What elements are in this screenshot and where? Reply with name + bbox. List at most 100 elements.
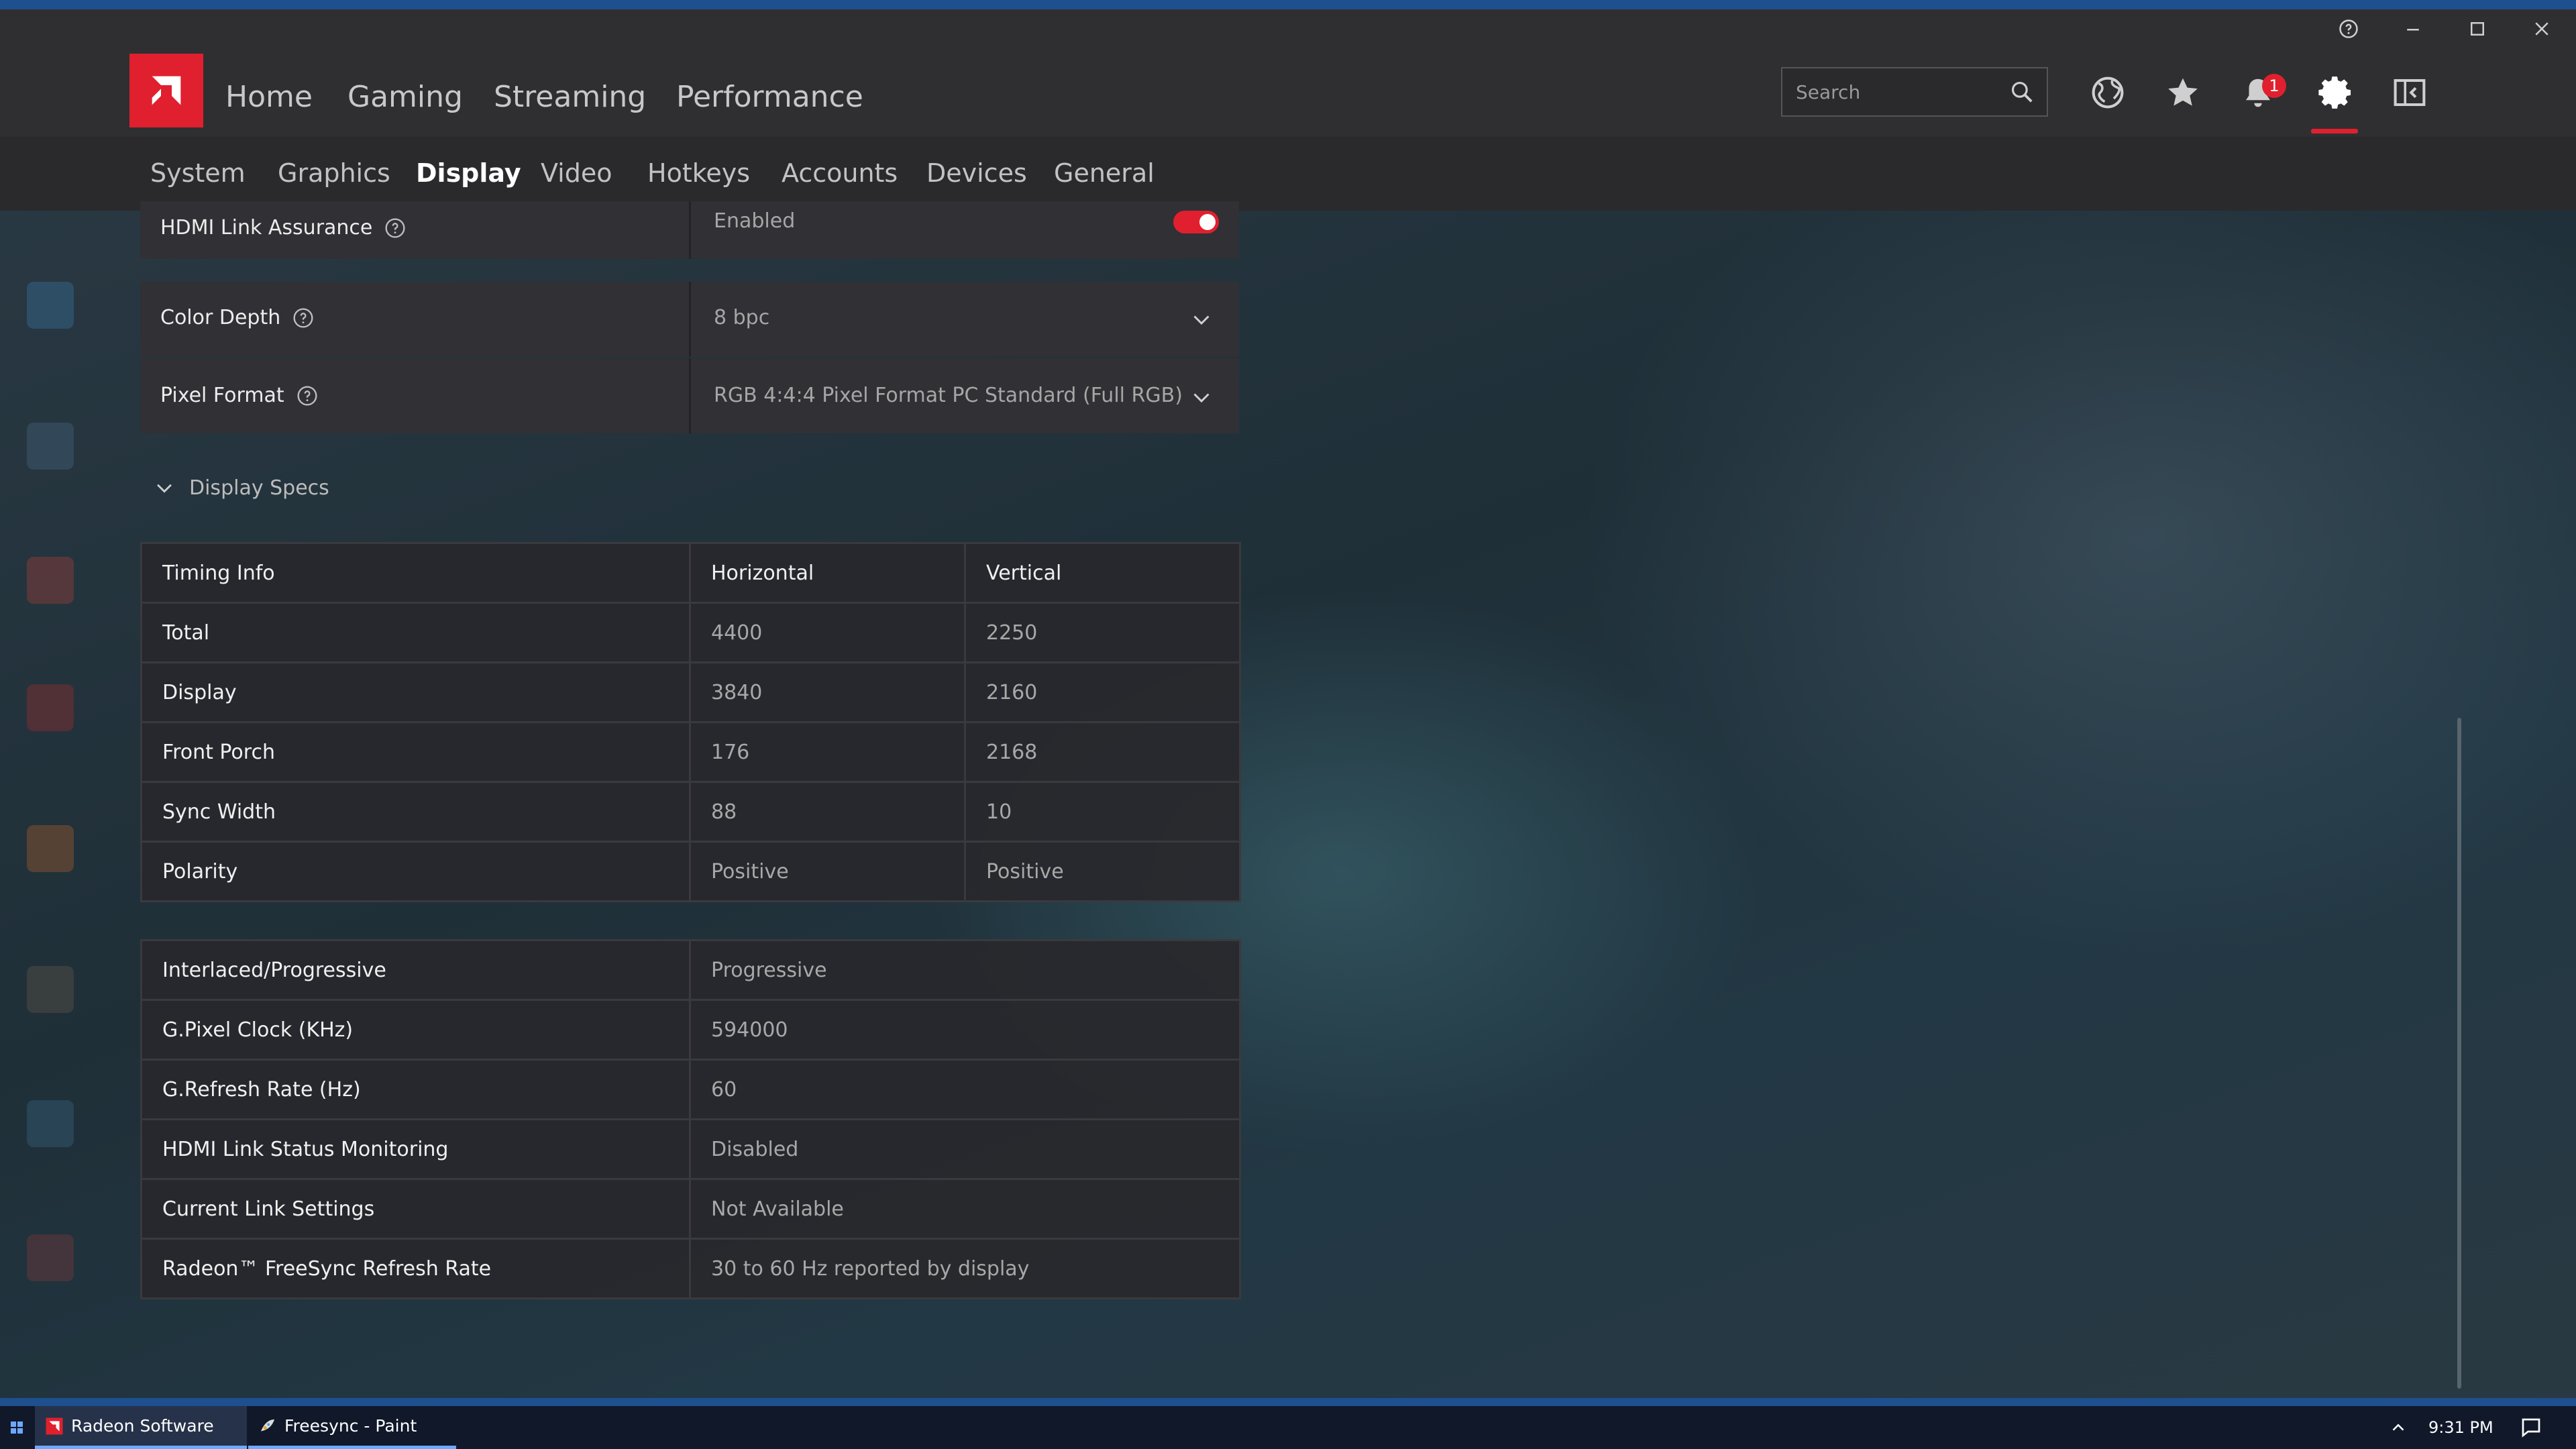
table-row: Front Porch 176 2168: [140, 721, 1241, 783]
taskbar-label: Radeon Software: [71, 1416, 214, 1436]
row-value: 594000: [689, 999, 1241, 1061]
tab-system[interactable]: System: [150, 158, 246, 188]
pixel-format-select[interactable]: RGB 4:4:4 Pixel Format PC Standard (Full…: [714, 384, 1183, 407]
tray-overflow-icon[interactable]: [2388, 1406, 2408, 1449]
search-input[interactable]: [1796, 68, 1997, 115]
chevron-down-icon[interactable]: [1189, 307, 1214, 331]
setting-label: Pixel Format: [160, 384, 318, 407]
table-row: Total 4400 2250: [140, 602, 1241, 663]
tab-accounts[interactable]: Accounts: [782, 158, 898, 188]
vertical-value: 2168: [964, 721, 1241, 783]
color-depth-row[interactable]: Color Depth 8 bpc: [140, 282, 1239, 357]
hdmi-link-assurance-value: Enabled: [714, 209, 796, 233]
row-divider: [689, 201, 691, 259]
table-row: HDMI Link Status Monitoring Disabled: [140, 1118, 1241, 1180]
star-icon[interactable]: [2164, 74, 2202, 111]
table-header: Timing Info: [140, 542, 691, 604]
setting-label: HDMI Link Assurance: [160, 216, 406, 239]
row-label: Sync Width: [140, 781, 691, 843]
close-icon[interactable]: [2512, 9, 2572, 48]
taskbar-item-paint[interactable]: Freesync - Paint: [248, 1406, 456, 1449]
tab-gaming[interactable]: Gaming: [347, 80, 463, 114]
search-box: [1781, 67, 2048, 117]
row-value: Progressive: [689, 939, 1241, 1001]
notification-badge: 1: [2262, 74, 2286, 98]
tab-display[interactable]: Display: [416, 158, 521, 188]
table-row: Interlaced/Progressive Progressive: [140, 939, 1241, 1001]
radeon-icon: [46, 1417, 63, 1434]
sidebar-toggle-icon[interactable]: [2391, 74, 2428, 111]
clock[interactable]: 9:31 PM: [2428, 1406, 2493, 1449]
table-row: Sync Width 88 10: [140, 781, 1241, 843]
row-label: G.Pixel Clock (KHz): [140, 999, 691, 1061]
row-value: 60: [689, 1059, 1241, 1120]
active-indicator: [2311, 129, 2358, 133]
pixel-format-label: Pixel Format: [160, 384, 284, 407]
row-label: Interlaced/Progressive: [140, 939, 691, 1001]
hdmi-link-assurance-toggle[interactable]: [1173, 211, 1219, 233]
display-specs-toggle[interactable]: Display Specs: [153, 471, 329, 504]
action-center-icon[interactable]: [2519, 1406, 2543, 1449]
table-row: G.Refresh Rate (Hz) 60: [140, 1059, 1241, 1120]
row-value: Not Available: [689, 1178, 1241, 1240]
taskbar-label: Freesync - Paint: [284, 1416, 417, 1436]
vertical-value: 2160: [964, 661, 1241, 723]
chevron-down-icon: [157, 484, 172, 493]
row-divider: [689, 358, 691, 433]
desktop-edge: [0, 1398, 2576, 1406]
help-icon[interactable]: [297, 385, 318, 407]
help-icon[interactable]: [2318, 9, 2379, 48]
help-icon[interactable]: [292, 307, 314, 329]
taskbar: Radeon Software Freesync - Paint 9:31 PM: [0, 1406, 2576, 1449]
hdmi-link-assurance-label: HDMI Link Assurance: [160, 216, 373, 239]
horizontal-value: 176: [689, 721, 966, 783]
vertical-value: Positive: [964, 841, 1241, 902]
search-icon[interactable]: [2009, 79, 2035, 105]
table-header-row: Timing Info Horizontal Vertical: [140, 542, 1241, 604]
table-header: Vertical: [964, 542, 1241, 604]
maximize-icon[interactable]: [2447, 9, 2508, 48]
row-label: HDMI Link Status Monitoring: [140, 1118, 691, 1180]
table-row: G.Pixel Clock (KHz) 594000: [140, 999, 1241, 1061]
minimize-icon[interactable]: [2383, 9, 2443, 48]
paint-icon: [261, 1419, 274, 1431]
row-value: Disabled: [689, 1118, 1241, 1180]
display-info-table: Interlaced/Progressive Progressive G.Pix…: [140, 939, 1241, 1299]
timing-table: Timing Info Horizontal Vertical Total 44…: [140, 542, 1241, 902]
tab-performance[interactable]: Performance: [676, 80, 863, 114]
gear-icon[interactable]: [2316, 74, 2353, 111]
row-value: 30 to 60 Hz reported by display: [689, 1238, 1241, 1299]
pixel-format-row[interactable]: Pixel Format RGB 4:4:4 Pixel Format PC S…: [140, 358, 1239, 433]
globe-icon[interactable]: [2089, 74, 2127, 111]
color-depth-select[interactable]: 8 bpc: [714, 306, 769, 329]
start-button[interactable]: [0, 1406, 34, 1449]
tab-streaming[interactable]: Streaming: [494, 80, 646, 114]
row-label: G.Refresh Rate (Hz): [140, 1059, 691, 1120]
table-row: Display 3840 2160: [140, 661, 1241, 723]
amd-logo[interactable]: [129, 54, 203, 127]
setting-label: Color Depth: [160, 306, 314, 329]
amd-logo-icon: [152, 76, 181, 105]
tab-hotkeys[interactable]: Hotkeys: [647, 158, 750, 188]
table-row: Radeon™ FreeSync Refresh Rate 30 to 60 H…: [140, 1238, 1241, 1299]
row-label: Radeon™ FreeSync Refresh Rate: [140, 1238, 691, 1299]
windows-icon: [11, 1421, 23, 1434]
tab-video[interactable]: Video: [541, 158, 612, 188]
row-divider: [689, 282, 691, 357]
vertical-value: 10: [964, 781, 1241, 843]
help-icon[interactable]: [384, 217, 406, 239]
horizontal-value: 4400: [689, 602, 966, 663]
toggle-knob: [1199, 214, 1216, 230]
chevron-down-icon[interactable]: [1189, 385, 1214, 409]
display-specs-title: Display Specs: [189, 476, 329, 500]
vertical-value: 2250: [964, 602, 1241, 663]
horizontal-value: 88: [689, 781, 966, 843]
table-row: Current Link Settings Not Available: [140, 1178, 1241, 1240]
tab-general[interactable]: General: [1054, 158, 1155, 188]
horizontal-value: 3840: [689, 661, 966, 723]
tab-home[interactable]: Home: [225, 80, 313, 114]
hdmi-link-assurance-row: HDMI Link Assurance Enabled: [140, 201, 1239, 259]
tab-graphics[interactable]: Graphics: [278, 158, 390, 188]
taskbar-item-radeon[interactable]: Radeon Software: [35, 1406, 247, 1449]
tab-devices[interactable]: Devices: [926, 158, 1027, 188]
